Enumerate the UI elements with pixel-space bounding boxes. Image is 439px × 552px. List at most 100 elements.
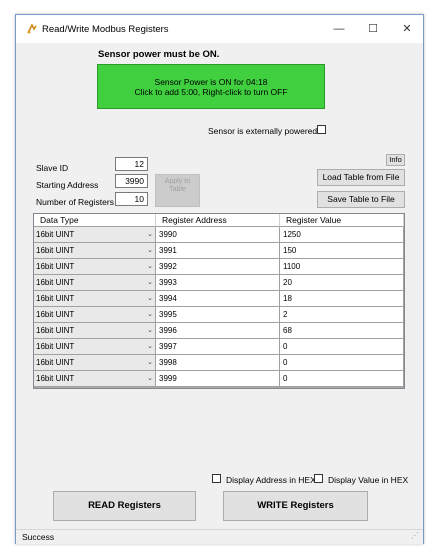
hex-value-label: Display Value in HEX [328,475,409,485]
register-value-cell[interactable]: 1250 [280,227,404,243]
write-registers-button[interactable]: WRITE Registers [223,491,368,521]
table-row[interactable]: 16bit UINT ⌄ 3993 20 [34,275,404,291]
data-type-select[interactable]: 16bit UINT ⌄ [34,243,156,259]
register-address-cell[interactable]: 3999 [156,371,280,387]
register-address-cell-text: 3991 [159,246,177,255]
register-value-cell[interactable]: 0 [280,355,404,371]
register-value-cell-text: 150 [283,246,297,255]
apply-line-1: Apply to [164,178,191,185]
starting-address-input[interactable]: 3990 [115,174,148,188]
slave-id-input[interactable]: 12 [115,157,148,171]
register-value-cell[interactable]: 2 [280,307,404,323]
register-grid[interactable]: Data Type Register Address Register Valu… [33,213,405,389]
data-type-select-text: 16bit UINT [36,278,75,287]
table-row[interactable]: 16bit UINT ⌄ 3990 1250 [34,227,404,243]
close-button[interactable]: ✕ [395,20,419,38]
chevron-down-icon[interactable]: ⌄ [147,227,153,242]
register-value-cell-text: 0 [283,358,288,367]
status-text: Success [22,532,55,542]
register-value-cell[interactable]: 150 [280,243,404,259]
data-type-select[interactable]: 16bit UINT ⌄ [34,307,156,323]
data-type-select-text: 16bit UINT [36,246,75,255]
register-count-label: Number of Registers [36,197,114,207]
data-type-select-text: 16bit UINT [36,294,75,303]
register-address-cell[interactable]: 3994 [156,291,280,307]
register-address-cell-text: 3999 [159,374,177,383]
external-power-checkbox[interactable] [317,125,326,134]
register-address-cell[interactable]: 3990 [156,227,280,243]
hex-value-checkbox[interactable] [314,474,323,483]
column-header-data-type[interactable]: Data Type [34,214,156,227]
minimize-button[interactable]: — [327,20,351,38]
register-value-cell[interactable]: 68 [280,323,404,339]
register-value-cell[interactable]: 1100 [280,259,404,275]
register-address-cell-text: 3990 [159,230,177,239]
register-address-cell-text: 3992 [159,262,177,271]
maximize-button[interactable]: ☐ [361,20,385,38]
table-row[interactable]: 16bit UINT ⌄ 3995 2 [34,307,404,323]
sensor-power-button[interactable]: Sensor Power is ON for 04:18 Click to ad… [97,64,325,109]
register-address-cell[interactable]: 3996 [156,323,280,339]
hex-address-label: Display Address in HEX [226,475,316,485]
data-type-select[interactable]: 16bit UINT ⌄ [34,227,156,243]
data-type-select[interactable]: 16bit UINT ⌄ [34,339,156,355]
resize-grip-icon[interactable]: ⋰ [411,531,419,540]
chevron-down-icon[interactable]: ⌄ [147,355,153,370]
data-type-select[interactable]: 16bit UINT ⌄ [34,291,156,307]
data-type-select[interactable]: 16bit UINT ⌄ [34,323,156,339]
save-table-button[interactable]: Save Table to File [317,191,405,208]
data-type-select-text: 16bit UINT [36,342,75,351]
chevron-down-icon[interactable]: ⌄ [147,275,153,290]
register-address-cell[interactable]: 3991 [156,243,280,259]
chevron-down-icon[interactable]: ⌄ [147,307,153,322]
data-type-select[interactable]: 16bit UINT ⌄ [34,259,156,275]
hex-address-checkbox[interactable] [212,474,221,483]
data-type-select-text: 16bit UINT [36,358,75,367]
title-bar[interactable]: Read/Write Modbus Registers — ☐ ✕ [16,15,423,43]
window-title: Read/Write Modbus Registers [42,24,169,35]
load-table-button[interactable]: Load Table from File [317,169,405,186]
table-row[interactable]: 16bit UINT ⌄ 3997 0 [34,339,404,355]
register-value-cell-text: 0 [283,342,288,351]
table-row[interactable]: 16bit UINT ⌄ 3994 18 [34,291,404,307]
register-address-cell[interactable]: 3997 [156,339,280,355]
register-value-cell-text: 20 [283,278,292,287]
chevron-down-icon[interactable]: ⌄ [147,339,153,354]
column-header-register-address[interactable]: Register Address [156,214,280,227]
table-row[interactable]: 16bit UINT ⌄ 3996 68 [34,323,404,339]
register-address-cell-text: 3998 [159,358,177,367]
table-row[interactable]: 16bit UINT ⌄ 3992 1100 [34,259,404,275]
data-type-select[interactable]: 16bit UINT ⌄ [34,355,156,371]
chevron-down-icon[interactable]: ⌄ [147,243,153,258]
data-type-select[interactable]: 16bit UINT ⌄ [34,275,156,291]
register-address-cell[interactable]: 3993 [156,275,280,291]
read-registers-button[interactable]: READ Registers [53,491,196,521]
table-row[interactable]: 16bit UINT ⌄ 3998 0 [34,355,404,371]
register-count-input[interactable]: 10 [115,192,148,206]
power-warning: Sensor power must be ON. [98,49,220,60]
info-button[interactable]: Info [386,154,405,166]
register-address-cell[interactable]: 3998 [156,355,280,371]
register-value-cell[interactable]: 20 [280,275,404,291]
modbus-window: Read/Write Modbus Registers — ☐ ✕ Sensor… [15,14,424,544]
register-value-cell[interactable]: 18 [280,291,404,307]
chevron-down-icon[interactable]: ⌄ [147,371,153,386]
data-type-select[interactable]: 16bit UINT ⌄ [34,371,156,387]
slave-id-label: Slave ID [36,163,69,173]
register-value-cell[interactable]: 0 [280,371,404,387]
status-bar: Success ⋰ [16,529,423,544]
apply-to-table-button[interactable]: Apply to Table [155,174,200,207]
register-address-cell[interactable]: 3992 [156,259,280,275]
register-value-cell[interactable]: 0 [280,339,404,355]
chevron-down-icon[interactable]: ⌄ [147,259,153,274]
register-address-cell-text: 3996 [159,326,177,335]
starting-address-label: Starting Address [36,180,99,190]
data-type-select-text: 16bit UINT [36,230,75,239]
register-address-cell[interactable]: 3995 [156,307,280,323]
chevron-down-icon[interactable]: ⌄ [147,291,153,306]
table-row[interactable]: 16bit UINT ⌄ 3999 0 [34,371,404,387]
chevron-down-icon[interactable]: ⌄ [147,323,153,338]
data-type-select-text: 16bit UINT [36,262,75,271]
column-header-register-value[interactable]: Register Value [280,214,404,227]
table-row[interactable]: 16bit UINT ⌄ 3991 150 [34,243,404,259]
